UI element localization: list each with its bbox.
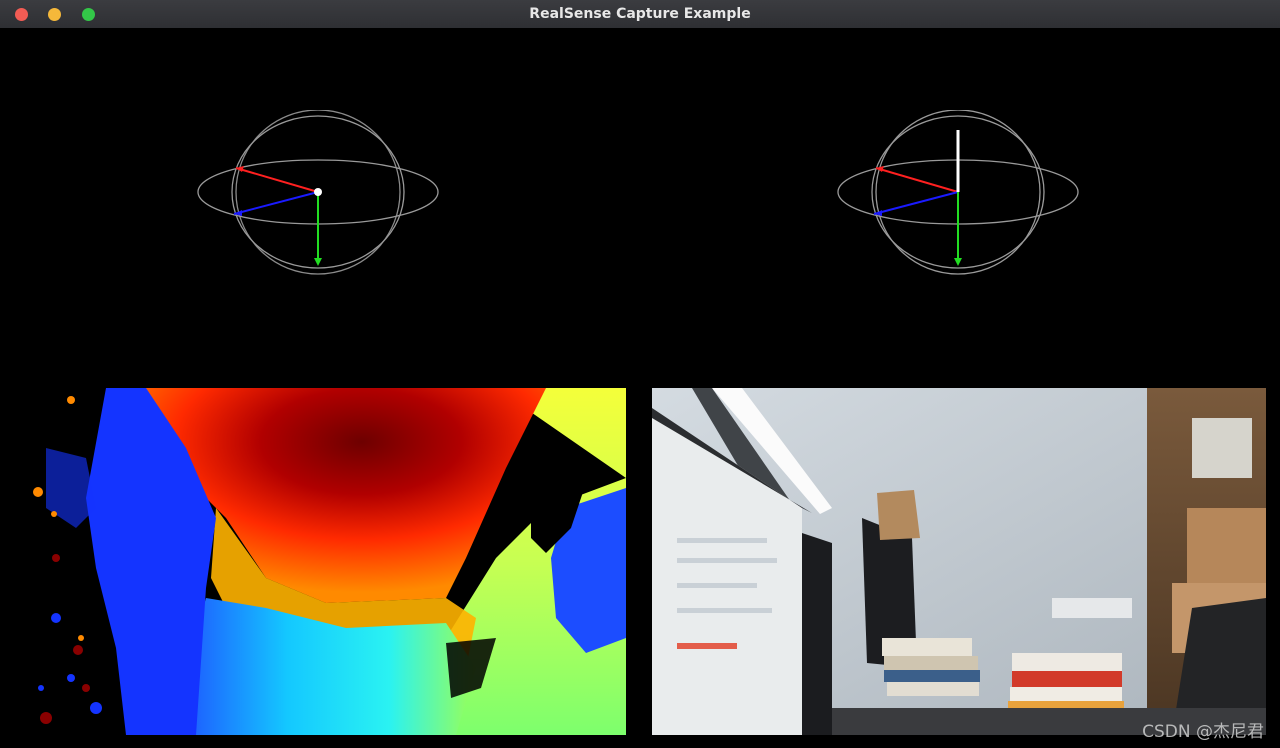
window-title: RealSense Capture Example bbox=[529, 6, 751, 22]
axis-x-line bbox=[235, 167, 319, 193]
axis-y-arrow bbox=[954, 258, 962, 266]
axis-z-line bbox=[873, 191, 959, 215]
accel-gizmo-right bbox=[837, 110, 1079, 275]
gizmo-origin bbox=[314, 188, 322, 196]
watermark-text: CSDN @杰尼君 bbox=[1142, 722, 1264, 742]
axis-x-line bbox=[875, 167, 959, 193]
depth-image bbox=[26, 388, 626, 735]
axis-y-arrow bbox=[314, 258, 322, 266]
color-image bbox=[652, 388, 1266, 735]
title-bar: RealSense Capture Example bbox=[0, 0, 1280, 28]
gyro-gizmo-left bbox=[197, 110, 439, 275]
axis-z-line bbox=[233, 191, 319, 215]
